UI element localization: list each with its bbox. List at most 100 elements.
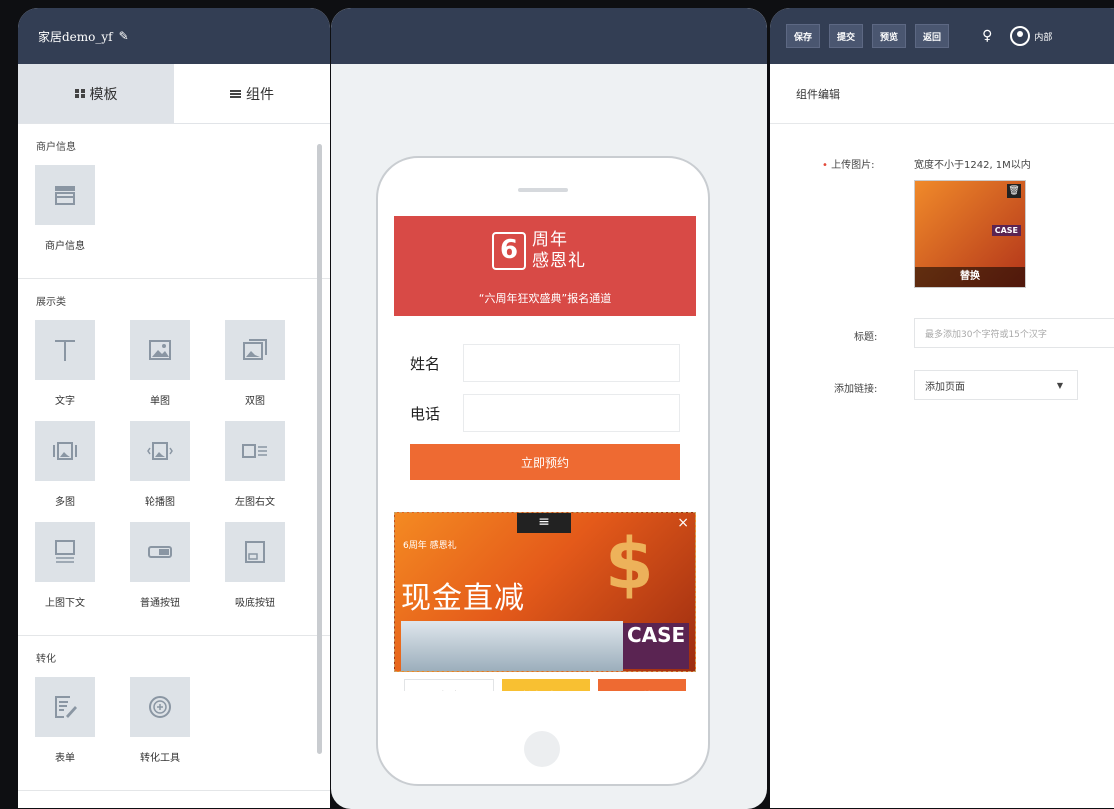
bottom-action-bar: 咨询 拨打电话 预约 — [394, 679, 696, 691]
pencil-icon[interactable]: ✎ — [119, 29, 129, 43]
promo-banner[interactable]: 6周年 感恩礼 $ 现金直减 CASE ≡ × — [394, 512, 696, 672]
name-label: 姓名 — [410, 354, 441, 373]
component-label: 上图下文 — [45, 598, 85, 609]
close-icon[interactable]: × — [677, 515, 689, 531]
phone-input[interactable] — [463, 394, 680, 432]
component-image-left-text-right[interactable]: 左图右文 — [225, 421, 320, 522]
dollar-graphic: $ — [605, 523, 654, 605]
component-single-image[interactable]: 单图 — [130, 320, 225, 421]
component-text[interactable]: 文字 — [35, 320, 130, 421]
component-label: 轮播图 — [145, 497, 175, 508]
project-title: 家居demo_yf — [38, 29, 113, 44]
anniversary-line2: 感恩礼 — [532, 251, 586, 271]
editor-panel: 保存 提交 预览 返回 ♀ 内部 组件编辑 • 上传图片: 宽度不小于1242,… — [770, 8, 1114, 808]
title-label: 标题: — [854, 332, 878, 343]
tab-components[interactable]: 组件 — [174, 64, 330, 123]
section-title: 商户信息 — [36, 142, 76, 153]
section-layout: 布局 — [18, 791, 330, 808]
anniversary-line1: 周年 — [532, 230, 568, 250]
name-input[interactable] — [463, 344, 680, 382]
component-label: 单图 — [150, 396, 170, 407]
call-button[interactable]: 拨打电话 — [502, 679, 590, 691]
component-label: 文字 — [55, 396, 75, 407]
image-top-text-bottom-icon — [55, 540, 75, 563]
tab-templates[interactable]: 模板 — [18, 64, 174, 123]
uploaded-image-thumbnail[interactable]: CASE 🗑 替换 — [914, 180, 1026, 288]
component-normal-button[interactable]: 普通按钮 — [130, 522, 225, 623]
component-conversion-tool[interactable]: 转化工具 — [130, 677, 225, 778]
preview-button[interactable]: 预览 — [872, 24, 907, 48]
book-button[interactable]: 预约 — [598, 679, 686, 691]
section-merchant-info: 商户信息 商户信息 — [18, 124, 330, 279]
carousel-icon — [147, 442, 173, 460]
tab-components-label: 组件 — [246, 86, 274, 103]
anniversary-title: 周年 感恩礼 — [532, 230, 586, 272]
phone-label: 电话 — [410, 404, 441, 423]
trash-icon[interactable]: 🗑 — [1007, 184, 1021, 198]
section-display: 展示类 文字 单图 双图 多图 轮播图 左图右文 上图下文 普通按钮 吸底按钮 — [18, 279, 330, 636]
link-select[interactable]: 添加页面 ▼ — [914, 370, 1078, 400]
image-icon — [149, 340, 171, 360]
component-merchant-info[interactable]: 商户信息 — [35, 165, 130, 266]
component-label: 普通按钮 — [140, 598, 180, 609]
upload-label-row: • 上传图片: — [822, 156, 874, 171]
text-icon — [55, 340, 75, 361]
user-name[interactable]: 内部 — [1034, 30, 1052, 43]
component-sticky-button[interactable]: 吸底按钮 — [225, 522, 320, 623]
editor-title: 组件编辑 — [770, 64, 1114, 124]
upload-label: 上传图片: — [831, 160, 875, 171]
title-input[interactable]: 最多添加30个字符或15个汉字 — [914, 318, 1114, 348]
form-icon — [55, 696, 77, 718]
banner-logo: 6周年 感恩礼 — [403, 541, 457, 551]
component-multi-image[interactable]: 多图 — [35, 421, 130, 522]
save-button[interactable]: 保存 — [786, 24, 821, 48]
image-left-text-right-icon — [242, 444, 267, 458]
section-conversion: 转化 表单 转化工具 — [18, 636, 330, 791]
phone-home-button — [524, 731, 560, 767]
store-icon — [55, 186, 75, 205]
phone-screen: 6 周年 感恩礼 “六周年狂欢盛典”报名通道 姓名 电话 立即预约 6周年 感恩… — [394, 216, 696, 691]
consult-button[interactable]: 咨询 — [404, 679, 494, 691]
project-title-bar: 家居demo_yf ✎ — [18, 8, 330, 64]
component-list: 商户信息 商户信息 展示类 文字 单图 双图 多图 轮播图 左图右文 上图下文 … — [18, 124, 330, 808]
banner-headline: 现金直减 — [401, 581, 525, 616]
menu-icon[interactable]: ≡ — [517, 513, 571, 533]
component-label: 转化工具 — [140, 753, 180, 764]
component-form[interactable]: 表单 — [35, 677, 130, 778]
replace-image-button[interactable]: 替换 — [915, 267, 1025, 287]
component-label: 多图 — [55, 497, 75, 508]
hero-subtitle: “六周年狂欢盛典”报名通道 — [478, 292, 612, 305]
help-bulb-icon[interactable]: ♀ — [982, 28, 992, 44]
thumbnail-case: CASE — [991, 225, 1021, 236]
required-dot: • — [822, 160, 828, 171]
avatar-icon[interactable] — [1010, 26, 1031, 46]
caret-down-icon: ▼ — [1056, 380, 1063, 390]
component-image-top-text-bottom[interactable]: 上图下文 — [35, 522, 130, 623]
book-now-button[interactable]: 立即预约 — [410, 444, 680, 480]
preview-top-bar — [331, 8, 767, 64]
double-image-icon — [243, 339, 267, 360]
list-icon — [230, 89, 241, 98]
signup-form[interactable]: 姓名 电话 立即预约 — [394, 316, 696, 480]
case-badge: CASE — [623, 623, 689, 669]
upload-hint: 宽度不小于1242, 1M以内 — [914, 160, 1031, 171]
component-double-image[interactable]: 双图 — [225, 320, 320, 421]
sticky-button-icon — [245, 541, 265, 563]
six-logo: 6 — [492, 232, 526, 270]
grid-icon — [74, 89, 85, 98]
component-label: 商户信息 — [45, 241, 85, 252]
scrollbar[interactable] — [317, 144, 322, 754]
library-tabs: 模板 组件 — [18, 64, 330, 124]
component-label: 表单 — [55, 753, 75, 764]
component-label: 双图 — [245, 396, 265, 407]
component-carousel[interactable]: 轮播图 — [130, 421, 225, 522]
section-title: 转化 — [36, 654, 56, 665]
tab-templates-label: 模板 — [89, 86, 118, 103]
hero-banner[interactable]: 6 周年 感恩礼 “六周年狂欢盛典”报名通道 — [394, 216, 696, 316]
submit-button[interactable]: 提交 — [829, 24, 864, 48]
phone-speaker — [518, 188, 568, 192]
back-button[interactable]: 返回 — [915, 24, 950, 48]
section-title: 展示类 — [36, 297, 66, 308]
preview-panel: 6 周年 感恩礼 “六周年狂欢盛典”报名通道 姓名 电话 立即预约 6周年 感恩… — [331, 8, 767, 809]
conversion-tool-icon — [149, 696, 171, 718]
